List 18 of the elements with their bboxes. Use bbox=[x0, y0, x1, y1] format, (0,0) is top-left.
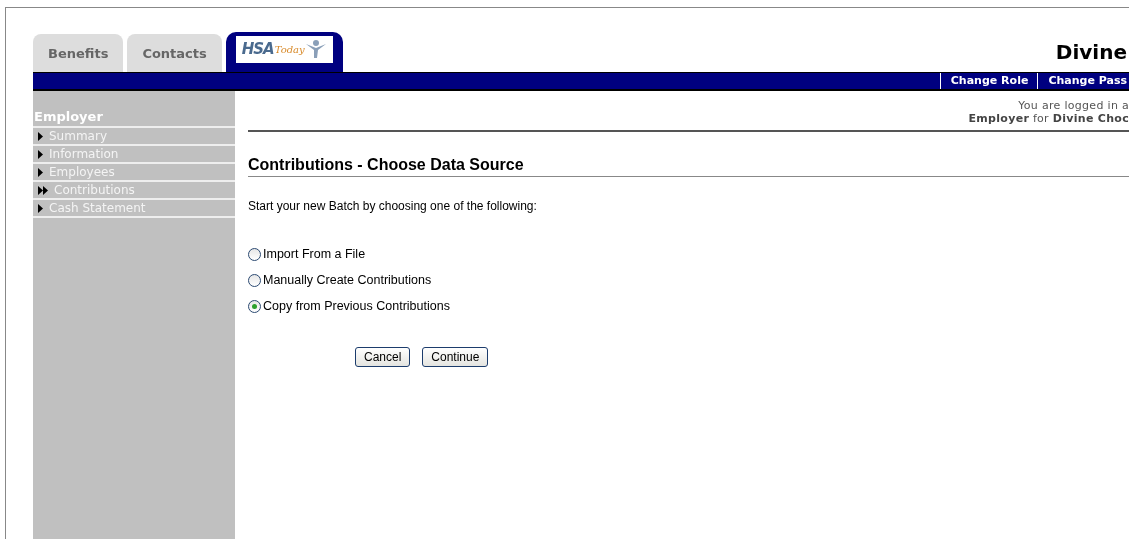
radio-button[interactable] bbox=[248, 273, 261, 287]
tab[interactable]: Benefits bbox=[33, 34, 124, 72]
nav-link[interactable]: Change Pass bbox=[1037, 73, 1129, 89]
sidebar-heading: Employer bbox=[33, 91, 235, 128]
page-title: Contributions - Choose Data Source bbox=[248, 156, 1129, 177]
option-label[interactable]: Manually Create Contributions bbox=[263, 273, 432, 287]
continue-button[interactable]: Continue bbox=[422, 347, 489, 367]
login-role-text: Employer for Divine Choc bbox=[967, 112, 1129, 125]
radio-button[interactable] bbox=[248, 247, 261, 261]
cancel-button[interactable]: Cancel bbox=[355, 347, 411, 367]
radio-button[interactable] bbox=[248, 299, 261, 313]
option-label[interactable]: Copy from Previous Contributions bbox=[263, 299, 450, 313]
nav-link[interactable]: Change Role bbox=[939, 73, 1038, 89]
option-label[interactable]: Import From a File bbox=[263, 247, 366, 261]
instruction-text: Start your new Batch by choosing one of the following: bbox=[248, 199, 538, 213]
login-status-text: You are logged in a bbox=[1017, 99, 1129, 112]
company-title: Divine bbox=[1055, 40, 1128, 64]
tab[interactable]: Contacts bbox=[127, 34, 222, 72]
